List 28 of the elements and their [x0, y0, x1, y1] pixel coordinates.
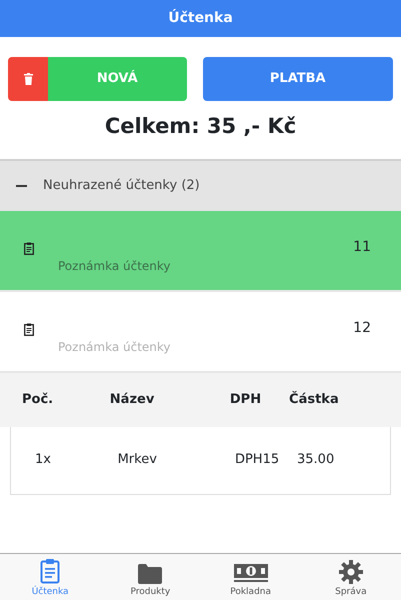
settings-icon [338, 560, 363, 584]
receipt-note: Poznámka účtenky [58, 258, 171, 274]
clipboard-icon [40, 558, 60, 584]
receipt-note: Poznámka účtenky [58, 338, 171, 356]
header-title: Účtenka [168, 8, 233, 28]
tab-button[interactable]: Produkty [100, 554, 200, 600]
group-label: Neuhrazené účtenky (2) [43, 176, 200, 195]
column-header: DPH [228, 390, 262, 409]
column-header: Poč. [21, 390, 54, 409]
table-cell-text: 35.00 [296, 451, 336, 470]
table-cell-text: DPH15 [234, 451, 280, 470]
tab-button[interactable]: Účtenka [0, 554, 100, 600]
folder-icon [138, 564, 162, 584]
column-header: Název [108, 390, 156, 409]
tab-button[interactable]: Pokladna [200, 554, 301, 600]
tab-button[interactable]: Správa [300, 554, 401, 600]
trash-icon [24, 72, 32, 85]
receipt-row[interactable]: Poznámka účtenky 11 [0, 210, 401, 292]
pay-button[interactable]: PLATBA [202, 57, 393, 101]
delete-button[interactable] [8, 57, 48, 101]
column-header: Částka [289, 390, 340, 409]
table-cell-text: 1x [34, 451, 52, 470]
receipt-number: 12 [353, 318, 371, 338]
total-amount: Celkem: 35 ,- Kč [104, 114, 296, 138]
table-cell-text: Mrkev [116, 451, 158, 470]
banknote-icon [234, 564, 268, 584]
group-header[interactable]: Neuhrazené účtenky (2) [0, 158, 401, 210]
receipt-number: 11 [353, 238, 371, 256]
